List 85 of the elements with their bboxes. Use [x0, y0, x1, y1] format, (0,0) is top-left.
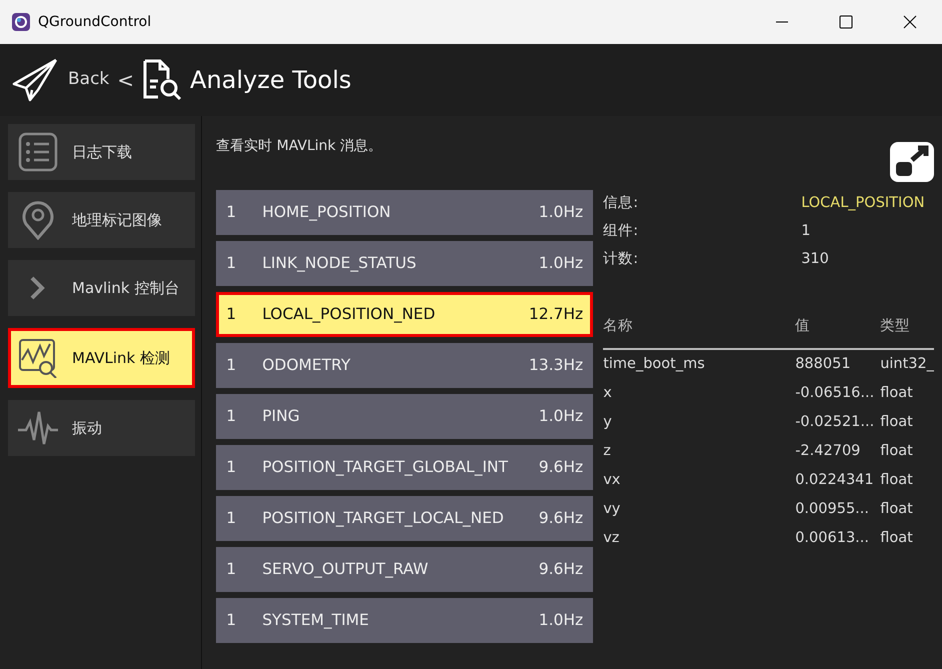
message-name: SYSTEM_TIME	[262, 610, 370, 631]
component-id: 1	[226, 304, 238, 325]
document-search-icon	[142, 59, 182, 101]
message-row[interactable]: 1 SERVO_OUTPUT_RAW 9.6Hz	[216, 547, 594, 592]
page-title: Analyze Tools	[190, 65, 352, 96]
component-id: 1	[226, 558, 238, 580]
message-row[interactable]: 1 SYSTEM_TIME 1.0Hz	[216, 598, 594, 643]
window-title: QGroundControl	[38, 12, 152, 32]
message-rate: 13.3Hz	[528, 354, 584, 376]
message-row[interactable]: 1 HOME_POSITION 1.0Hz	[216, 190, 594, 235]
message-row[interactable]: 1 POSITION_TARGET_GLOBAL_INT 9.6Hz	[216, 445, 594, 490]
component-id: 1	[226, 252, 238, 274]
field-name: time_boot_ms	[603, 354, 706, 374]
app-icon	[12, 12, 30, 31]
field-name: vz	[603, 528, 620, 548]
back-button[interactable]: Back	[68, 67, 110, 93]
field-value: 0.0224341	[795, 470, 875, 490]
info-label: 组件:	[603, 222, 640, 242]
message-name: LOCAL_POSITION_NED	[262, 304, 436, 325]
field-value: -2.42709	[795, 442, 862, 461]
info-value: 310	[801, 250, 829, 270]
field-type: float	[880, 442, 913, 461]
message-row[interactable]: 1 PING 1.0Hz	[216, 394, 594, 439]
message-rate: 12.7Hz	[528, 304, 584, 325]
field-name: y	[603, 412, 613, 432]
message-rate: 9.6Hz	[538, 508, 584, 529]
sidebar-item[interactable]: 振动	[8, 400, 196, 456]
info-value: 1	[801, 222, 810, 242]
description: 查看实时 MAVLink 消息。	[216, 137, 384, 156]
message-rate: 9.6Hz	[538, 558, 584, 580]
field-name: x	[603, 384, 613, 403]
column-header: 值	[795, 317, 812, 336]
message-row[interactable]: 1 POSITION_TARGET_LOCAL_NED 9.6Hz	[216, 496, 594, 541]
column-header: 名称	[603, 317, 634, 336]
field-value: 0.00613...	[795, 528, 870, 548]
field-type: float	[880, 500, 913, 519]
field-name: vx	[603, 470, 622, 490]
message-name: SERVO_OUTPUT_RAW	[262, 558, 430, 580]
minimize-icon	[775, 21, 789, 23]
message-name: POSITION_TARGET_GLOBAL_INT	[262, 456, 509, 478]
message-rate: 1.0Hz	[538, 252, 584, 274]
message-name: PING	[262, 406, 301, 427]
message-rate: 1.0Hz	[538, 406, 584, 427]
sidebar-item[interactable]: MAVLink 检测	[8, 328, 196, 388]
info-value: LOCAL_POSITION	[801, 194, 925, 214]
message-name: HOME_POSITION	[262, 202, 392, 223]
field-type: uint32_	[880, 354, 934, 374]
field-type: float	[880, 470, 913, 490]
separator: <	[117, 67, 134, 94]
info-label: 信息:	[603, 194, 640, 214]
field-type: float	[880, 528, 913, 548]
field-type: float	[880, 384, 913, 403]
component-id: 1	[226, 354, 238, 376]
sidebar-item[interactable]: 地理标记图像	[8, 192, 196, 248]
message-name: POSITION_TARGET_LOCAL_NED	[262, 508, 505, 529]
message-rate: 1.0Hz	[538, 610, 584, 631]
message-rate: 1.0Hz	[538, 202, 584, 223]
component-id: 1	[226, 456, 238, 478]
component-id: 1	[226, 610, 238, 631]
sidebar-item[interactable]: 日志下载	[8, 124, 196, 180]
message-rate: 9.6Hz	[538, 456, 584, 478]
component-id: 1	[226, 202, 238, 223]
field-value: 0.00955...	[795, 500, 870, 519]
chart-search-icon	[18, 338, 58, 378]
close-icon	[903, 15, 917, 29]
column-header: 类型	[880, 317, 910, 336]
field-value: -0.02521...	[795, 412, 876, 432]
field-name: vy	[603, 500, 622, 519]
field-name: z	[603, 442, 612, 461]
message-name: LINK_NODE_STATUS	[262, 252, 418, 274]
component-id: 1	[226, 508, 238, 529]
message-row[interactable]: 1 LINK_NODE_STATUS 1.0Hz	[216, 241, 594, 286]
field-type: float	[880, 412, 913, 432]
message-row[interactable]: 1 LOCAL_POSITION_NED 12.7Hz	[216, 292, 594, 337]
paper-plane-icon[interactable]	[12, 58, 58, 102]
maximize-icon	[839, 15, 853, 29]
message-name: ODOMETRY	[262, 354, 352, 376]
component-id: 1	[226, 406, 238, 427]
message-row[interactable]: 1 ODOMETRY 13.3Hz	[216, 343, 594, 388]
info-label: 计数:	[603, 250, 640, 270]
field-value: 888051	[795, 354, 852, 374]
pop-out-icon[interactable]	[890, 142, 934, 182]
sidebar-item[interactable]: Mavlink 控制台	[8, 260, 196, 316]
field-value: -0.06516...	[795, 384, 876, 403]
list-icon	[18, 132, 58, 172]
